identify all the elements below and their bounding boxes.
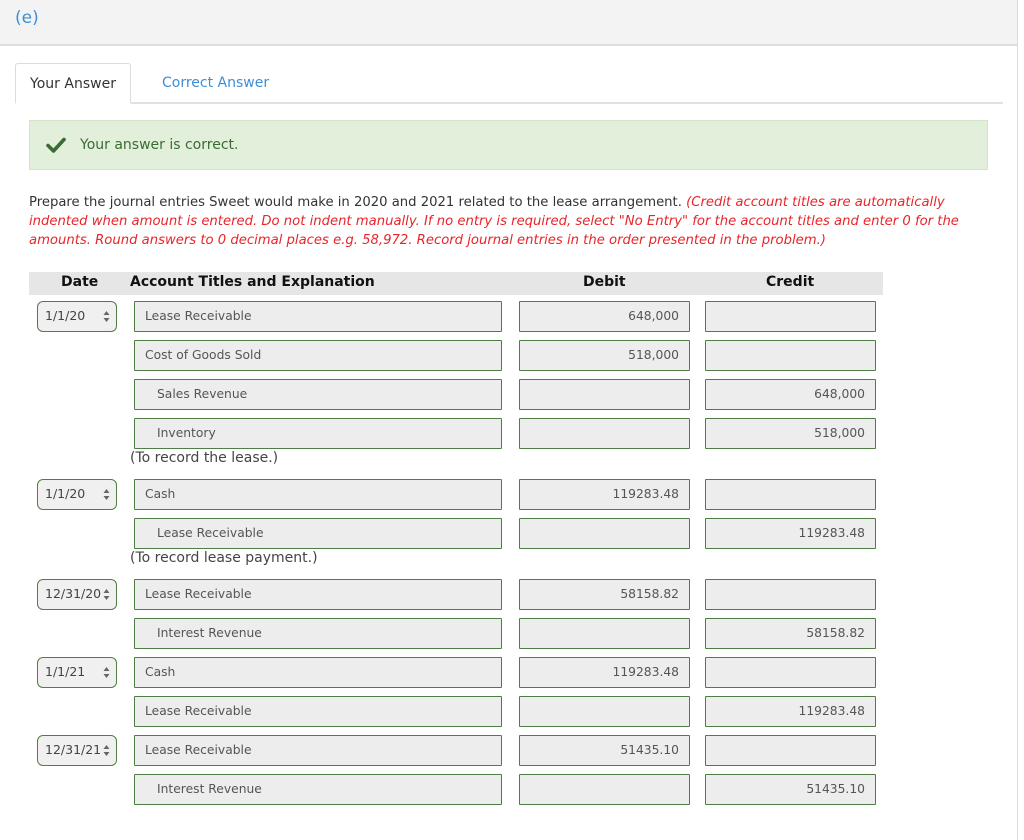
header-credit: Credit [766, 274, 815, 290]
account-title-input[interactable]: Lease Receivable [134, 301, 502, 332]
account-title-input[interactable]: Cash [134, 479, 502, 510]
entry-explanation: (To record lease payment.) [130, 550, 318, 566]
debit-input[interactable] [519, 774, 690, 805]
credit-input[interactable]: 58158.82 [705, 618, 876, 649]
answer-tabs: Your Answer Correct Answer [15, 63, 1003, 104]
header-date: Date [61, 274, 99, 290]
credit-input[interactable] [705, 735, 876, 766]
instructions: Prepare the journal entries Sweet would … [29, 193, 999, 250]
tab-correct-answer[interactable]: Correct Answer [148, 63, 283, 104]
credit-input[interactable] [705, 657, 876, 688]
date-select[interactable]: 12/31/21 [37, 735, 117, 766]
journal-line: 12/31/20 Lease Receivable 58158.82 [0, 579, 900, 611]
select-spinner-icon [103, 311, 110, 322]
part-header: (e) [0, 0, 1017, 46]
header-debit: Debit [583, 274, 626, 290]
journal-line: Sales Revenue 648,000 [0, 379, 900, 411]
page-right-border [1017, 0, 1018, 840]
credit-input[interactable]: 119283.48 [705, 518, 876, 549]
journal-line: Inventory 518,000 [0, 418, 900, 450]
credit-input[interactable]: 119283.48 [705, 696, 876, 727]
credit-input[interactable] [705, 301, 876, 332]
account-title-input[interactable]: Lease Receivable [134, 696, 502, 727]
credit-input[interactable] [705, 479, 876, 510]
credit-input[interactable] [705, 579, 876, 610]
credit-input[interactable]: 518,000 [705, 418, 876, 449]
select-spinner-icon [103, 489, 110, 500]
journal-line: 1/1/21 Cash 119283.48 [0, 657, 900, 689]
debit-input[interactable] [519, 379, 690, 410]
debit-input[interactable]: 119283.48 [519, 479, 690, 510]
select-spinner-icon [103, 589, 110, 600]
header-account: Account Titles and Explanation [130, 274, 375, 290]
date-select[interactable]: 1/1/20 [37, 479, 117, 510]
date-value: 12/31/21 [45, 742, 102, 757]
journal-table-header: Date Account Titles and Explanation Debi… [29, 272, 883, 295]
select-spinner-icon [103, 667, 110, 678]
credit-input[interactable]: 648,000 [705, 379, 876, 410]
date-value: 1/1/20 [45, 308, 86, 323]
account-title-input[interactable]: Interest Revenue [134, 774, 502, 805]
debit-input[interactable]: 518,000 [519, 340, 690, 371]
debit-input[interactable] [519, 418, 690, 449]
checkmark-icon [46, 137, 66, 153]
entry-explanation: (To record the lease.) [130, 450, 279, 466]
account-title-input[interactable]: Inventory [134, 418, 502, 449]
alert-message: Your answer is correct. [80, 137, 239, 153]
debit-input[interactable] [519, 618, 690, 649]
credit-input[interactable] [705, 340, 876, 371]
journal-line: 1/1/20 Lease Receivable 648,000 [0, 301, 900, 333]
part-label: (e) [15, 8, 39, 28]
account-title-input[interactable]: Lease Receivable [134, 518, 502, 549]
correct-answer-alert: Your answer is correct. [29, 120, 988, 170]
select-spinner-icon [103, 745, 110, 756]
journal-line: Lease Receivable 119283.48 [0, 518, 900, 550]
date-select[interactable]: 12/31/20 [37, 579, 117, 610]
debit-input[interactable] [519, 518, 690, 549]
journal-line: Lease Receivable 119283.48 [0, 696, 900, 728]
debit-input[interactable]: 119283.48 [519, 657, 690, 688]
account-title-input[interactable]: Interest Revenue [134, 618, 502, 649]
journal-line: Cost of Goods Sold 518,000 [0, 340, 900, 372]
account-title-input[interactable]: Cost of Goods Sold [134, 340, 502, 371]
date-select[interactable]: 1/1/21 [37, 657, 117, 688]
debit-input[interactable] [519, 696, 690, 727]
date-value: 12/31/20 [45, 586, 102, 601]
date-select[interactable]: 1/1/20 [37, 301, 117, 332]
account-title-input[interactable]: Cash [134, 657, 502, 688]
account-title-input[interactable]: Lease Receivable [134, 735, 502, 766]
journal-line: Interest Revenue 51435.10 [0, 774, 900, 806]
date-value: 1/1/20 [45, 486, 86, 501]
account-title-input[interactable]: Lease Receivable [134, 579, 502, 610]
debit-input[interactable]: 648,000 [519, 301, 690, 332]
debit-input[interactable]: 58158.82 [519, 579, 690, 610]
journal-line: 12/31/21 Lease Receivable 51435.10 [0, 735, 900, 767]
instructions-prompt: Prepare the journal entries Sweet would … [29, 195, 687, 210]
account-title-input[interactable]: Sales Revenue [134, 379, 502, 410]
journal-line: 1/1/20 Cash 119283.48 [0, 479, 900, 511]
date-value: 1/1/21 [45, 664, 86, 679]
journal-line: Interest Revenue 58158.82 [0, 618, 900, 650]
debit-input[interactable]: 51435.10 [519, 735, 690, 766]
tab-your-answer[interactable]: Your Answer [15, 63, 131, 104]
credit-input[interactable]: 51435.10 [705, 774, 876, 805]
